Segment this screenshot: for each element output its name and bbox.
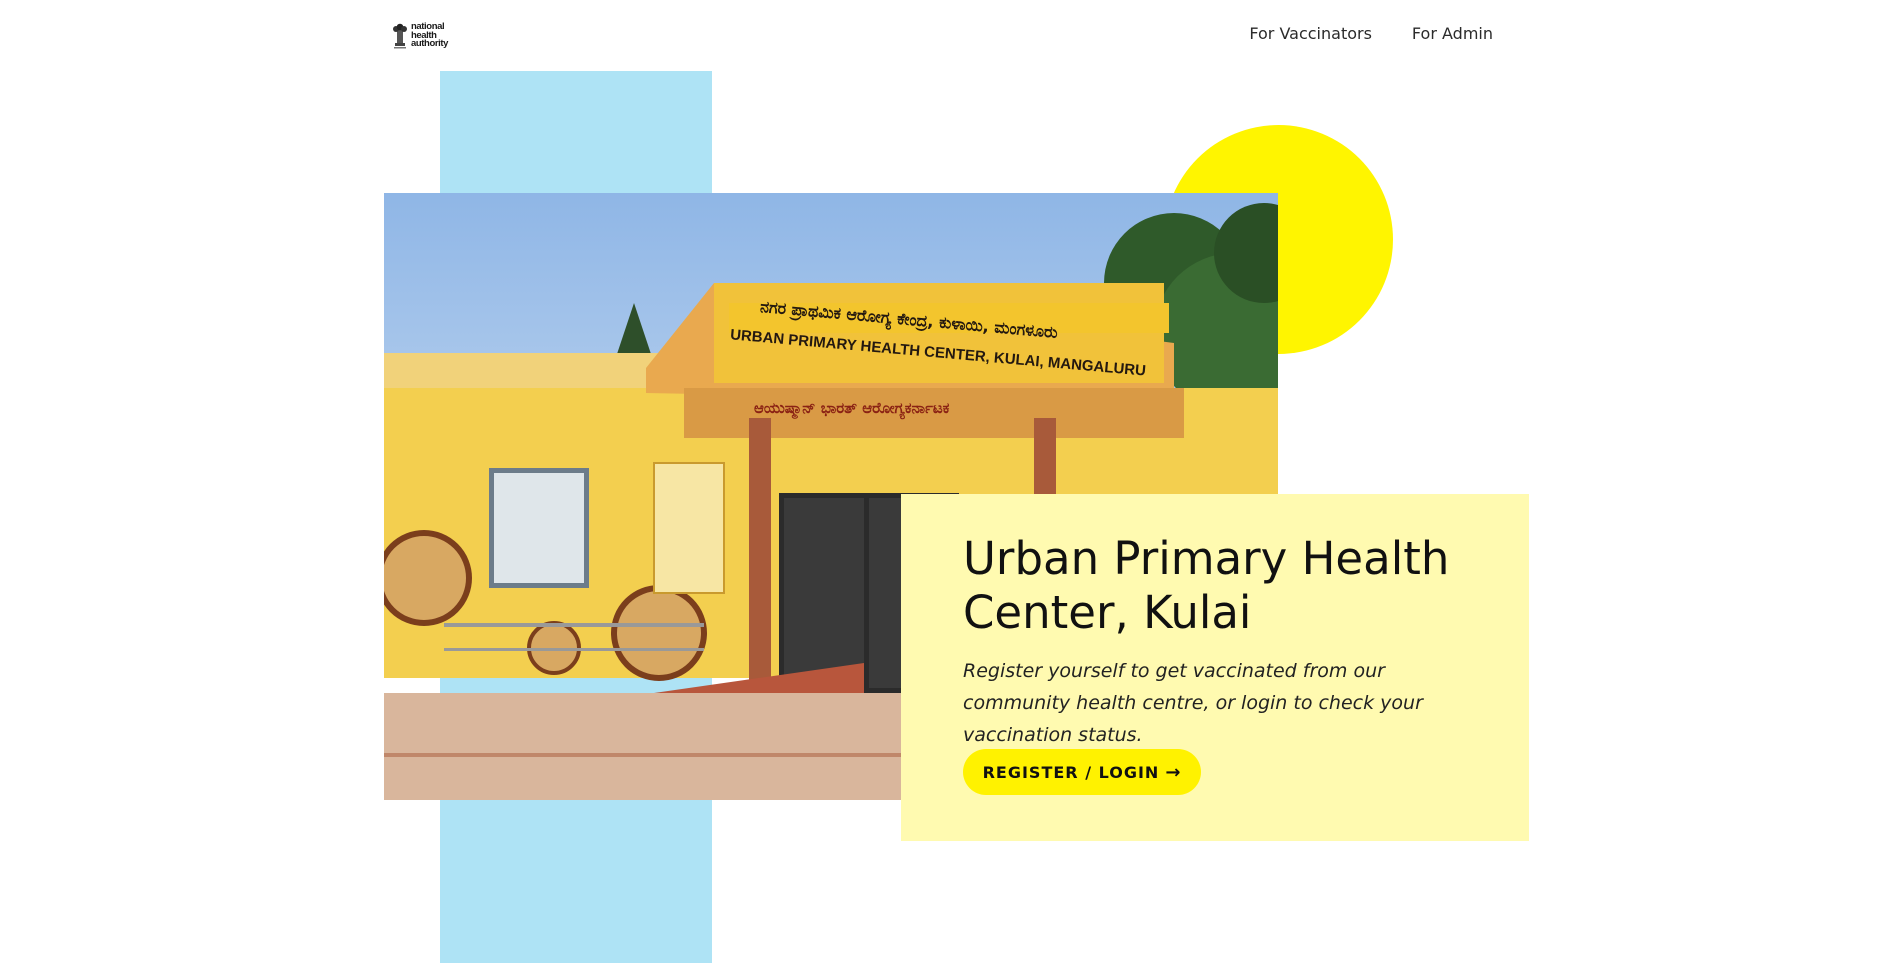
hero-title: Urban Primary Health Center, Kulai [963, 532, 1450, 639]
nav-for-admin[interactable]: For Admin [1412, 24, 1493, 43]
logo-line: authority [411, 38, 449, 50]
national-emblem-icon [393, 23, 407, 49]
hero-card: Urban Primary Health Center, Kulai Regis… [901, 494, 1529, 841]
nha-logo[interactable]: national health authority [392, 17, 472, 55]
logo-wordmark: national health authority [411, 22, 449, 50]
hero-description: Register yourself to get vaccinated from… [963, 660, 1423, 746]
nav-for-vaccinators[interactable]: For Vaccinators [1249, 24, 1372, 43]
register-login-button[interactable]: REGISTER / LOGIN → [963, 749, 1201, 795]
top-nav: For Vaccinators For Admin [1249, 24, 1493, 43]
register-login-label: REGISTER / LOGIN [982, 762, 1160, 782]
arrow-right-icon: → [1165, 761, 1182, 783]
